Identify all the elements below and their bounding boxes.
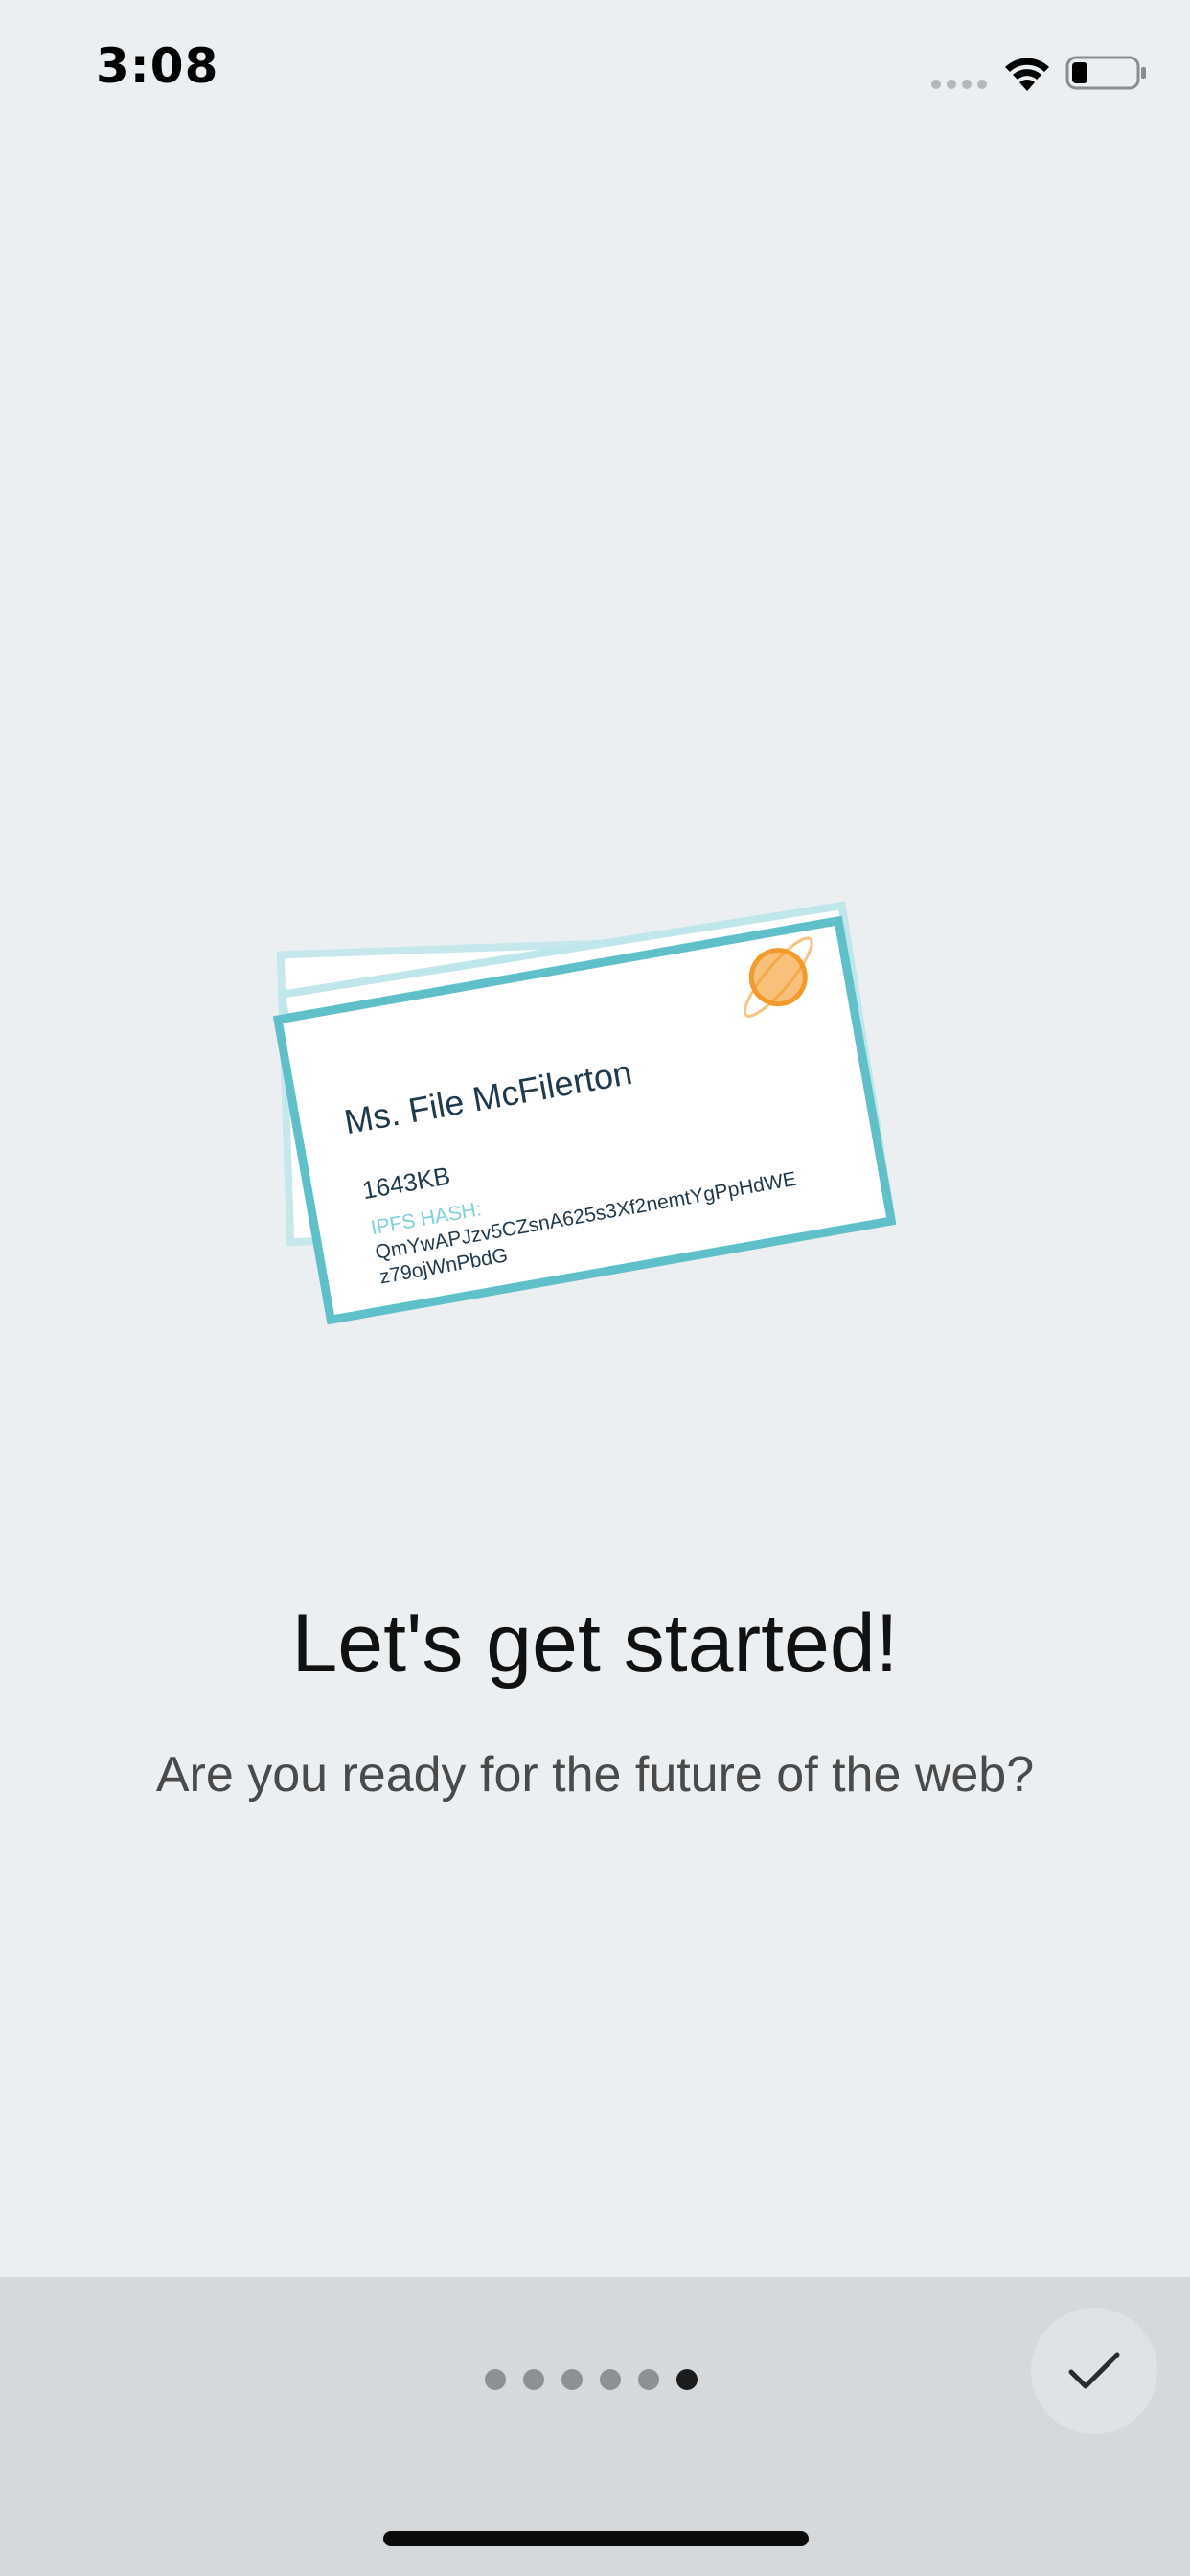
- done-button[interactable]: [1031, 2308, 1157, 2434]
- page-dot[interactable]: [485, 2369, 506, 2390]
- page-dot[interactable]: [561, 2369, 583, 2390]
- status-time: 3:08: [96, 38, 219, 94]
- wifi-icon: [1005, 58, 1049, 91]
- file-card-illustration: Ms. File McFilerton 1643KB IPFS HASH: Qm…: [272, 901, 897, 1325]
- page-dot[interactable]: [600, 2369, 621, 2390]
- page-title: Let's get started!: [291, 1598, 899, 1690]
- page-dot[interactable]: [638, 2369, 659, 2390]
- page-dot[interactable]: [523, 2369, 544, 2390]
- battery-icon: [1065, 56, 1146, 90]
- page-subtitle: Are you ready for the future of the web?: [155, 1747, 1035, 1803]
- status-bar: 3:08: [0, 0, 1190, 134]
- checkmark-icon: [1068, 2352, 1120, 2389]
- page-dot-active[interactable]: [676, 2369, 698, 2390]
- page-indicator: [485, 2369, 698, 2390]
- home-indicator[interactable]: [383, 2531, 809, 2546]
- cellular-dots-icon: [931, 80, 987, 89]
